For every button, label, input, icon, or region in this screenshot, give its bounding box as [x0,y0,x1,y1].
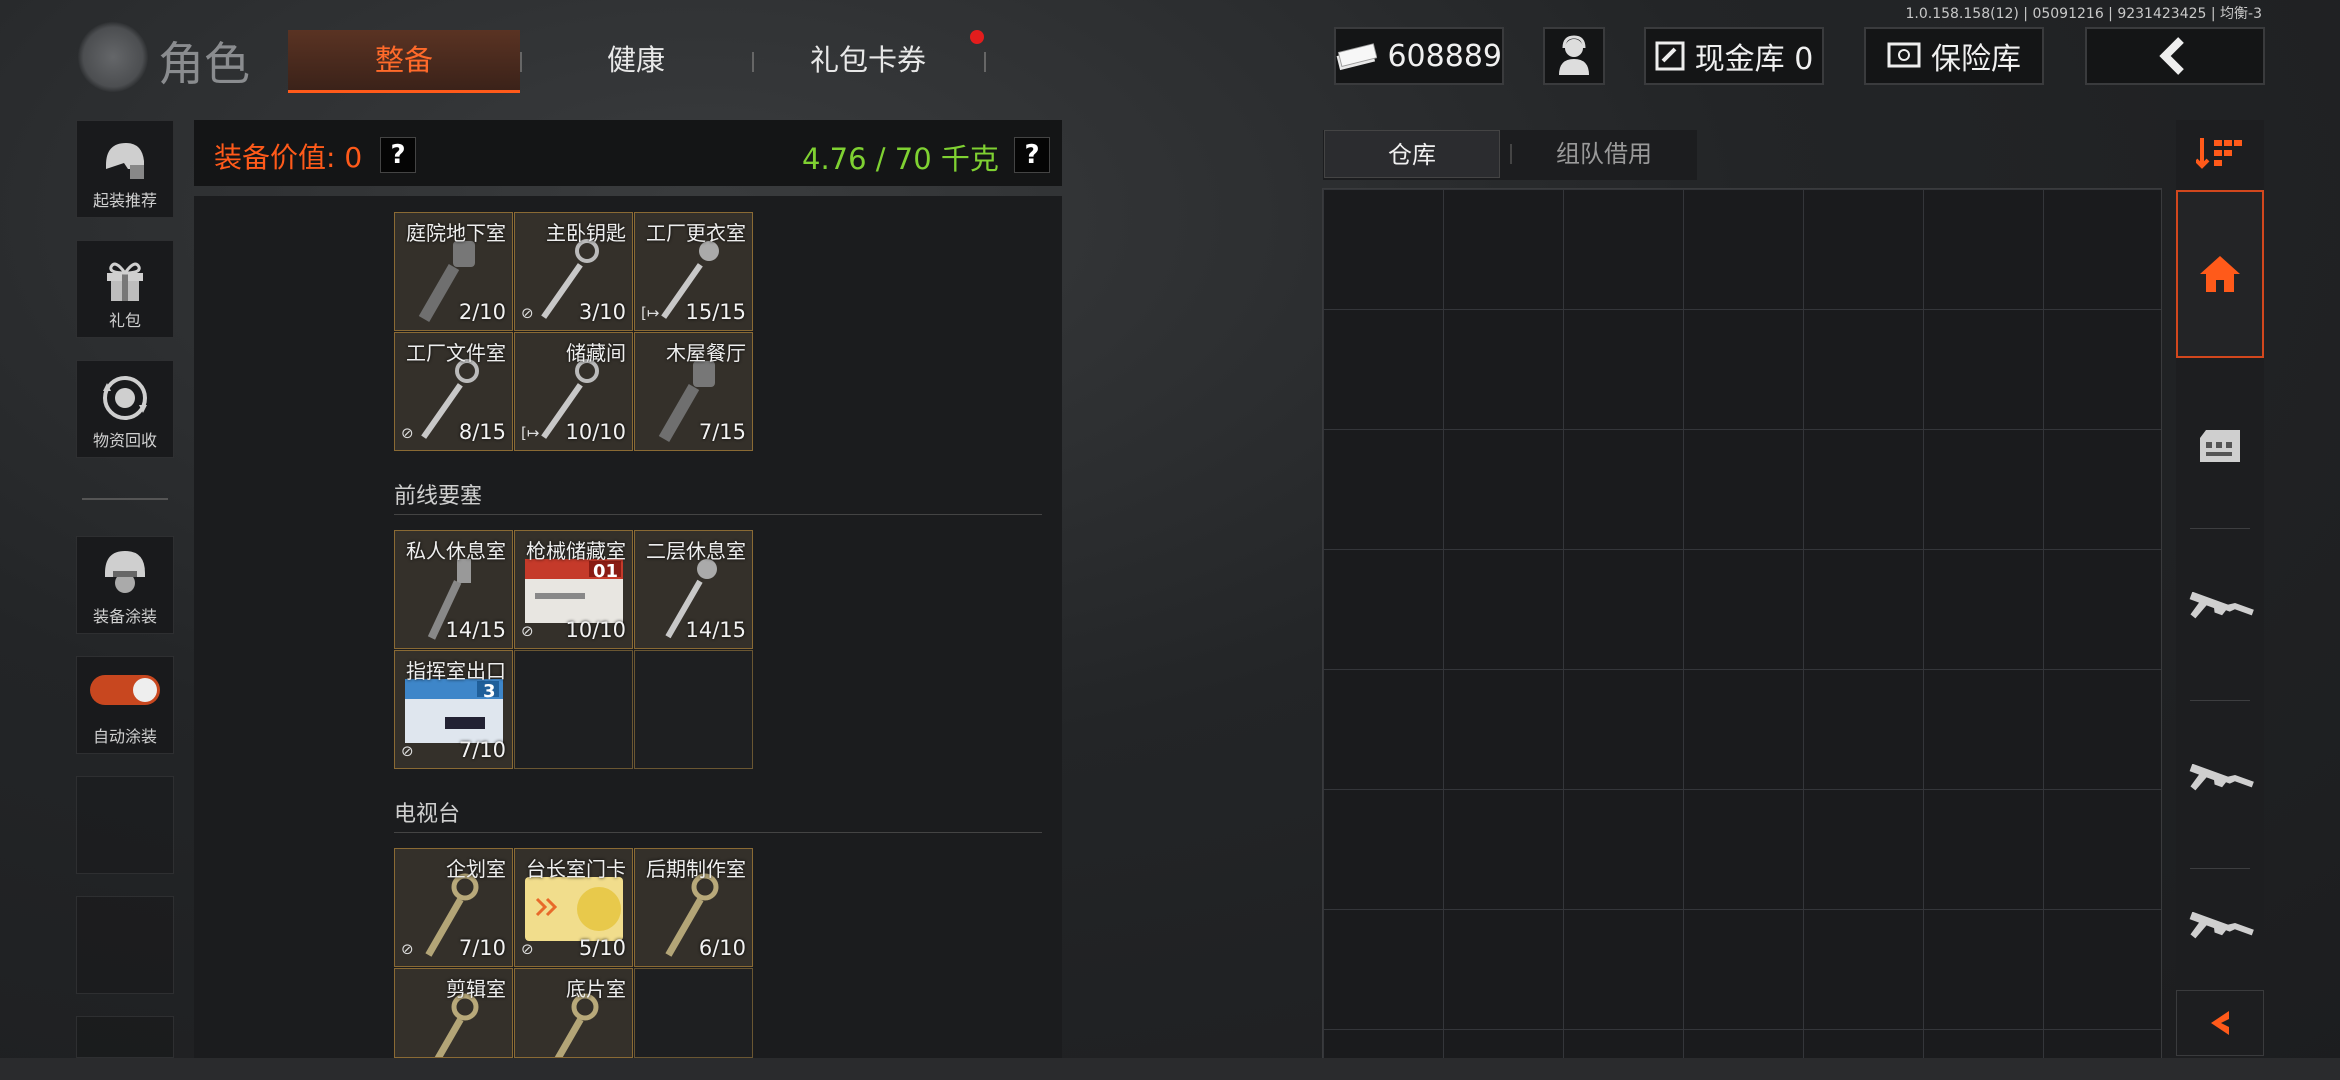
sidebar-item-label: 物资回收 [92,431,157,450]
loadout-recommend-button[interactable]: 起装推荐 [76,120,174,218]
character-logo-icon [78,22,148,92]
keycard-icon [525,877,623,941]
arrow-left-icon [2211,1011,2229,1035]
cash-vault-label: 现金库 0 [1694,42,1814,77]
rail-home-button[interactable] [2176,190,2264,358]
sort-button[interactable] [2176,120,2264,186]
version-info: 1.0.158.158(12) | 05091216 | 9231423425 … [1905,6,2263,22]
helmet-paint-icon [105,551,145,593]
rail-divider [2190,528,2250,529]
currency-amount: 608889 [1387,38,1502,74]
empty-slot [634,650,753,769]
key-icon [425,993,479,1057]
key-icon [545,993,599,1057]
equipment-value: 装备价值: 0 [214,141,363,174]
tab-divider [984,52,986,72]
sidebar-empty-slot [76,776,174,874]
key-item[interactable]: 庭院地下室 2/10 [394,212,513,331]
helmet-recommend-icon [106,143,144,179]
key-item[interactable]: 剪辑室 [394,968,513,1058]
rail-weapon-slot[interactable] [2176,880,2264,990]
cash-vault-button[interactable]: 现金库 0 [1644,27,1824,85]
tab-health[interactable]: 健康 [522,30,750,90]
sidebar-empty-slot [76,896,174,994]
keycard-number: 01 [593,561,619,582]
gift-icon [107,262,143,301]
equipment-value-help-button[interactable]: ? [380,137,416,173]
vault-card-icon [1655,41,1685,71]
auto-paint-toggle[interactable] [90,675,160,705]
rail-weapon-slot[interactable] [2176,712,2264,862]
section-title: 前线要塞 [394,484,483,509]
section-divider [394,832,1042,833]
sidebar-item-label: 装备涂装 [92,607,157,626]
sidebar-item-label: 自动涂装 [92,727,157,746]
cash-icon [1336,43,1378,71]
rail-divider [2190,700,2250,701]
weight-help-button[interactable]: ? [1014,137,1050,173]
rifle-icon [2189,912,2254,939]
sort-icon [2196,138,2242,169]
auto-paint-button[interactable]: 自动涂装 [76,656,174,754]
section-divider [394,514,1042,515]
notification-badge [970,30,984,44]
tab-equip[interactable]: 整备 [288,30,520,93]
bottom-bar [0,1058,2340,1080]
gift-button[interactable]: 礼包 [76,240,174,338]
safe-icon [1887,42,1921,68]
material-recycle-button[interactable]: 物资回收 [76,360,174,458]
safe-box-label: 保险库 [1931,42,2021,77]
keycard-item[interactable]: 01 枪械储藏室 ⊘ 10/10 [514,530,633,649]
key-item[interactable]: 储藏间 [↦ 10/10 [514,332,633,451]
tab-warehouse[interactable]: 仓库 [1324,130,1500,178]
key-item[interactable]: 私人休息室 14/15 [394,530,513,649]
keycard-item[interactable]: 台长室门卡 ⊘ 5/10 [514,848,633,967]
customer-service-button[interactable] [1543,27,1605,85]
back-button[interactable] [2085,27,2265,85]
rail-weapon-slot[interactable] [2176,540,2264,690]
empty-slot [514,650,633,769]
rifle-icon [2189,764,2254,791]
sidebar-item-label: 礼包 [108,311,141,330]
carry-weight: 4.76 / 70 千克 [802,142,999,176]
back-arrow-icon [2159,37,2184,75]
key-item[interactable]: 二层休息室 14/15 [634,530,753,649]
warehouse-grid[interactable] [1322,188,2162,1080]
tab-team-borrow[interactable]: 组队借用 [1512,130,1696,178]
section-title: 电视台 [394,802,461,827]
key-item[interactable]: 主卧钥匙 ⊘ 3/10 [514,212,633,331]
rail-storage-button[interactable] [2176,376,2264,516]
keycard-item[interactable]: 3 指挥室出口 ⊘ 7/10 [394,650,513,769]
home-icon [2200,256,2240,292]
rail-collapse-button[interactable] [2176,990,2264,1056]
sidebar-item-label: 起装推荐 [92,191,157,210]
sidebar-divider [82,498,168,500]
recycle-icon [103,376,147,420]
key-item[interactable]: 企划室 ⊘ 7/10 [394,848,513,967]
page-title: 角色 [158,37,250,91]
key-item[interactable]: 后期制作室 6/10 [634,848,753,967]
sidebar-empty-slot [76,1016,174,1058]
key-item[interactable]: 木屋餐厅 7/15 [634,332,753,451]
empty-slot [634,968,753,1058]
equipment-paint-button[interactable]: 装备涂装 [76,536,174,634]
rail-divider [2190,868,2250,869]
keycard-number: 3 [483,681,496,702]
rifle-icon [2189,592,2254,619]
key-item[interactable]: 工厂文件室 ⊘ 8/15 [394,332,513,451]
key-item[interactable]: 工厂更衣室 [↦ 15/15 [634,212,753,331]
currency-display[interactable]: 608889 [1334,27,1504,85]
key-item[interactable]: 底片室 [514,968,633,1058]
storage-box-icon [2200,430,2240,462]
agent-icon [1559,35,1589,75]
safe-box-button[interactable]: 保险库 [1864,27,2044,85]
tab-gift-coupons[interactable]: 礼包卡券 [754,30,982,90]
